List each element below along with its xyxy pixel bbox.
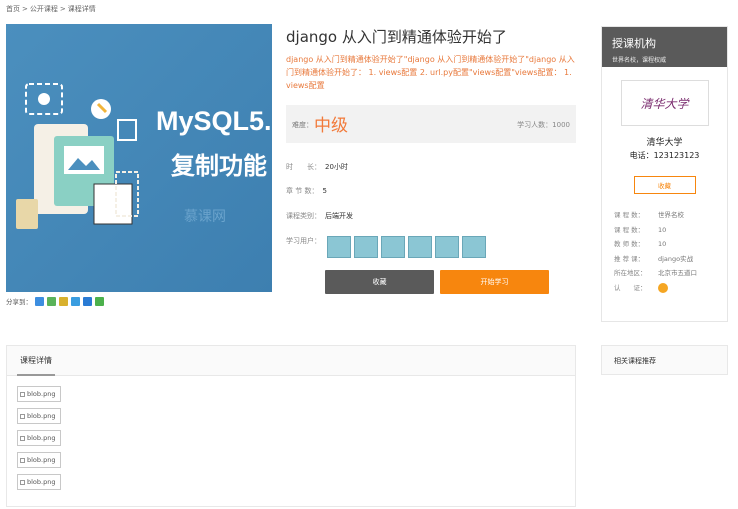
share-friends-icon[interactable] xyxy=(95,296,104,306)
cover-text-copy: 复制功能 xyxy=(170,152,267,180)
org-info-row: 推 荐 课： django实战 xyxy=(614,254,694,263)
start-learning-button[interactable]: 开始学习 xyxy=(440,270,549,294)
tab-course-details[interactable]: 课程详情 xyxy=(17,346,55,376)
broken-image-icon xyxy=(20,391,25,397)
breadcrumb: 首页 > 公开课程 > 课程详情 xyxy=(6,5,96,13)
chapters-value: 5 xyxy=(322,187,327,195)
org-info-list: 课 程 数： 世界名校 课 程 数： 10 教 师 数： 10 推 荐 课： djang… xyxy=(602,208,727,295)
duration-row: 时 长： 20小时 xyxy=(286,162,348,172)
org-subtitle: 世界名校，课程权威 xyxy=(612,57,667,64)
level-value: 中级 xyxy=(314,116,348,136)
org-header: 授课机构 世界名校，课程权威 xyxy=(602,27,727,67)
details-header: 课程详情 xyxy=(7,346,575,376)
broken-image: blob.png xyxy=(17,452,61,468)
cover-text-brand: 慕课网 xyxy=(184,209,226,225)
org-title: 授课机构 xyxy=(612,37,656,50)
share-renren-icon[interactable] xyxy=(83,296,92,306)
broken-image: blob.png xyxy=(17,386,61,402)
chapters-label: 章 节 数： xyxy=(286,187,319,195)
avatar[interactable] xyxy=(462,236,486,258)
avatar[interactable] xyxy=(435,236,459,258)
org-card: 授课机构 世界名校，课程权威 清华大学 清华大学 电话：123123123 收藏… xyxy=(601,26,728,322)
org-phone: 电话：123123123 xyxy=(629,151,700,160)
chapters-row: 章 节 数： 5 xyxy=(286,186,327,196)
course-cover-image: MySQL5.7 复制功能 慕课网 xyxy=(6,24,272,292)
course-title: django 从入门到精通体验开始了 xyxy=(286,28,507,46)
level-box: 难度： 中级 学习人数：1000 xyxy=(286,105,576,143)
breadcrumb-home[interactable]: 首页 xyxy=(6,5,20,13)
category-value: 后端开发 xyxy=(325,212,353,220)
course-details-panel: 课程详情 blob.png blob.png blob.png blob.png… xyxy=(6,345,576,507)
org-info-row: 课 程 数： 世界名校 xyxy=(614,211,684,219)
org-info-row: 课 程 数： 10 xyxy=(614,225,667,234)
org-collect-button[interactable]: 收藏 xyxy=(633,176,696,194)
broken-image-icon xyxy=(20,435,25,441)
category-row: 课程类别： 后端开发 xyxy=(286,211,353,221)
avatar[interactable] xyxy=(354,236,378,258)
share-weibo-icon[interactable] xyxy=(59,296,68,306)
breadcrumb-current: 课程详情 xyxy=(67,5,96,13)
duration-value: 20小时 xyxy=(325,163,348,171)
certified-badge-icon xyxy=(658,282,668,293)
broken-image-icon xyxy=(20,413,25,419)
breadcrumb-public[interactable]: 公开课程 xyxy=(30,5,58,13)
broken-image: blob.png xyxy=(17,430,61,446)
broken-image-icon xyxy=(20,457,25,463)
org-info-row: 认 证： xyxy=(614,281,727,296)
org-logo[interactable]: 清华大学 xyxy=(620,80,709,126)
level-label: 难度： xyxy=(292,121,313,129)
share-label: 分享到： xyxy=(6,298,32,306)
related-courses-header: 相关课程推荐 xyxy=(601,345,728,375)
cover-text-mysql: MySQL5.7 xyxy=(156,106,272,136)
share-wechat-icon[interactable] xyxy=(47,296,56,306)
learner-count: 学习人数：1000 xyxy=(517,121,570,129)
category-label: 课程类别： xyxy=(286,212,321,220)
avatar[interactable] xyxy=(327,236,351,258)
share-qq-icon[interactable] xyxy=(71,296,80,306)
course-description: django 从入门到精通体验开始了"django 从入门到精通体验开始了"dj… xyxy=(286,55,575,90)
details-images: blob.png blob.png blob.png blob.png blob… xyxy=(7,376,575,506)
broken-image-icon xyxy=(20,479,25,485)
user-avatars xyxy=(327,236,489,258)
share-qzone-icon[interactable] xyxy=(35,296,44,306)
avatar[interactable] xyxy=(381,236,405,258)
org-info-row: 教 师 数： 10 xyxy=(614,240,667,248)
org-name: 清华大学 xyxy=(646,138,683,148)
broken-image: blob.png xyxy=(17,474,61,490)
collect-button[interactable]: 收藏 xyxy=(325,270,434,294)
duration-label: 时 长： xyxy=(286,163,321,171)
broken-image: blob.png xyxy=(17,408,61,424)
learning-users-row: 学习用户： xyxy=(286,236,489,258)
users-label: 学习用户： xyxy=(286,237,321,245)
org-info-row: 所在地区： 北京市五道口 xyxy=(614,269,697,277)
share-bar: 分享到： xyxy=(6,296,104,306)
avatar[interactable] xyxy=(408,236,432,258)
course-detail-page: 首页 > 公开课程 > 课程详情 MySQL5. 复制功能 慕课网 分享到： d… xyxy=(0,0,738,509)
